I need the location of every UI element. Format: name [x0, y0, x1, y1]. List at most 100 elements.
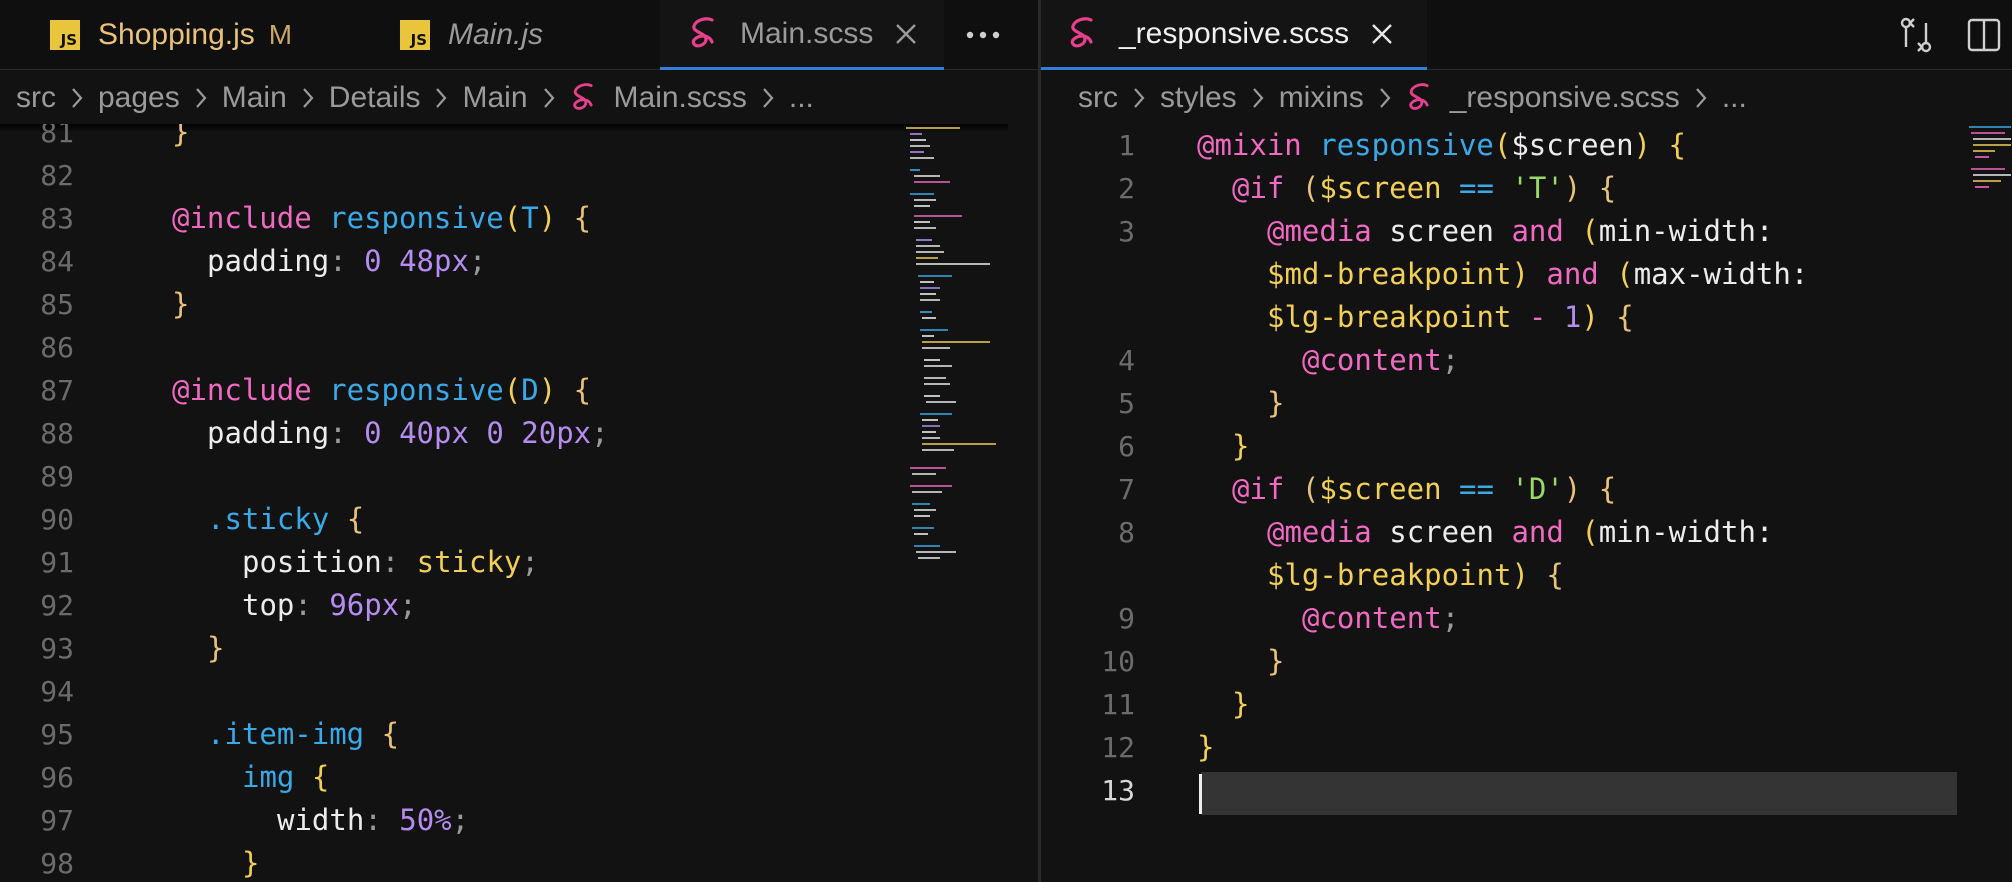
code-line: } — [1197, 726, 1214, 769]
line-number: 94 — [40, 675, 74, 708]
code-line: $lg-breakpoint) { — [1267, 554, 1564, 597]
breadcrumb-item[interactable]: Main — [222, 81, 287, 115]
code-token: $screen — [1511, 128, 1634, 162]
code-token: == — [1459, 171, 1494, 205]
line-number: 92 — [40, 589, 74, 622]
code-token: sticky — [416, 545, 522, 579]
code-token: @if — [1232, 472, 1285, 506]
code-token: ) — [1511, 257, 1529, 291]
line-number: 12 — [1101, 731, 1135, 764]
source-control-compare-icon[interactable] — [1899, 0, 1933, 70]
chevron-right-icon — [1132, 87, 1146, 109]
right-editor[interactable]: 1 2 3 4 5 6 7 8 9 10 11 12 13 @mixin res… — [1041, 124, 2012, 882]
line-number: 5 — [1118, 387, 1135, 420]
code-token: == — [1459, 472, 1494, 506]
line-number: 96 — [40, 761, 74, 794]
line-number: 81 — [40, 124, 74, 149]
breadcrumb: src styles mixins _responsive.scss ... — [1078, 70, 1747, 126]
code-token: and — [1511, 515, 1564, 549]
breadcrumb-item[interactable]: Main — [462, 81, 527, 115]
chevron-right-icon — [70, 87, 84, 109]
breadcrumb-item[interactable]: Details — [329, 81, 421, 115]
split-editor-icon[interactable] — [1967, 0, 2001, 70]
code-token: responsive — [1319, 128, 1494, 162]
tab-main-js[interactable]: JS Main.js — [400, 0, 543, 70]
code-line: @media screen and (min-width: — [1267, 511, 1773, 554]
tab-shopping-js[interactable]: JS Shopping.js M — [50, 0, 292, 70]
code-token: ( — [1493, 128, 1512, 162]
code-token: ; — [468, 244, 487, 278]
code-token: $screen — [1319, 472, 1442, 506]
breadcrumb-item[interactable]: mixins — [1279, 81, 1364, 115]
code-token: D — [521, 373, 539, 407]
code-token: ( — [1581, 214, 1599, 248]
breadcrumb-item[interactable]: ... — [1722, 81, 1747, 115]
code-token: ; — [399, 588, 417, 622]
code-line: @mixin responsive($screen) { — [1197, 124, 1686, 167]
breadcrumb-item[interactable]: pages — [98, 81, 180, 115]
code-token: ( — [503, 201, 522, 235]
more-actions-icon[interactable] — [966, 0, 1000, 70]
breadcrumb-item[interactable]: Main.scss — [614, 81, 747, 115]
breadcrumb-item[interactable]: src — [1078, 81, 1118, 115]
code-token: } — [1232, 429, 1250, 463]
code-token: @mixin — [1197, 128, 1302, 162]
code-token: } — [1197, 730, 1215, 764]
code-line: @if ($screen == 'D') { — [1232, 468, 1616, 511]
code-line: img { — [242, 756, 329, 799]
gutter: 81 82 83 84 85 86 87 88 89 90 91 92 93 9… — [0, 124, 74, 882]
close-icon[interactable] — [895, 23, 917, 45]
left-editor[interactable]: 81 82 83 84 85 86 87 88 89 90 91 92 93 9… — [0, 124, 1008, 882]
code-token: $md-breakpoint — [1267, 257, 1512, 291]
code-token: - — [1528, 300, 1547, 334]
line-number: 4 — [1118, 344, 1135, 377]
code-token: 'T' — [1511, 171, 1564, 205]
code-token: @media — [1267, 515, 1372, 549]
code-area[interactable]: } @include responsive(T) { padding: 0 48… — [120, 124, 880, 882]
code-token: : — [329, 416, 347, 450]
code-token: ; — [1441, 601, 1460, 635]
code-line: @if ($screen == 'T') { — [1232, 167, 1616, 210]
code-line: } — [1232, 683, 1249, 726]
breadcrumb-item[interactable]: _responsive.scss — [1450, 81, 1680, 115]
code-token: ) — [538, 373, 557, 407]
code-line: .sticky { — [207, 498, 364, 541]
code-token: } — [1267, 644, 1285, 678]
line-number: 82 — [40, 159, 74, 192]
line-number: 98 — [40, 847, 74, 880]
code-token: : — [364, 803, 382, 837]
line-number: 8 — [1118, 516, 1135, 549]
tab-responsive-scss[interactable]: _responsive.scss — [1041, 0, 1427, 70]
breadcrumb-item[interactable]: styles — [1160, 81, 1237, 115]
code-token: ) — [1581, 300, 1599, 334]
code-token: min-width: — [1598, 214, 1774, 248]
tab-main-scss[interactable]: Main.scss — [660, 0, 944, 70]
code-token: ) — [1563, 472, 1582, 506]
line-number: 7 — [1118, 473, 1135, 506]
code-line: @content; — [1302, 339, 1459, 382]
code-line: position: sticky; — [242, 541, 539, 584]
chevron-right-icon — [1378, 87, 1392, 109]
breadcrumb-item[interactable]: src — [16, 81, 56, 115]
code-line: $lg-breakpoint - 1) { — [1267, 296, 1634, 339]
gutter: 1 2 3 4 5 6 7 8 9 10 11 12 13 — [1041, 124, 1135, 882]
line-number: 6 — [1118, 430, 1135, 463]
breadcrumb-item[interactable]: ... — [789, 81, 814, 115]
code-token: max-width: — [1633, 257, 1809, 291]
code-token: $screen — [1319, 171, 1442, 205]
chevron-right-icon — [1251, 87, 1265, 109]
code-token: and — [1546, 257, 1599, 291]
code-line: } — [207, 627, 224, 670]
code-line: } — [1267, 640, 1284, 683]
close-icon[interactable] — [1371, 23, 1393, 45]
tab-label: Shopping.js — [98, 18, 255, 51]
line-number: 85 — [40, 288, 74, 321]
minimap[interactable] — [1965, 124, 2012, 194]
minimap[interactable] — [900, 124, 1000, 584]
code-line: } — [242, 842, 259, 882]
code-token: padding — [207, 244, 330, 278]
line-number: 93 — [40, 632, 74, 665]
code-token: ; — [451, 803, 470, 837]
code-area[interactable]: @mixin responsive($screen) { @if ($scree… — [1197, 124, 1967, 882]
code-token: ; — [1441, 343, 1460, 377]
